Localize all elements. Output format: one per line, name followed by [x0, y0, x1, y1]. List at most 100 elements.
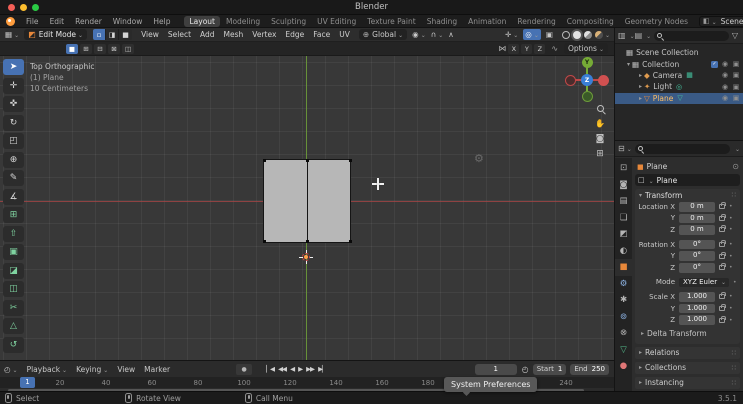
plane-mesh-object[interactable] — [263, 159, 352, 243]
transport-button[interactable]: ▏◀ — [266, 365, 275, 373]
collapsed-panel[interactable]: ▸ Relations ∷ — [635, 346, 740, 359]
animate-dot-icon[interactable]: • — [729, 293, 733, 300]
lock-icon[interactable] — [719, 292, 726, 300]
disclosure-icon[interactable]: ▸ — [637, 72, 644, 79]
animate-dot-icon[interactable]: • — [729, 264, 733, 271]
pivot-point-button[interactable]: ◉ — [412, 30, 426, 39]
transport-button[interactable]: ▶▶ — [306, 365, 315, 373]
transform-value-field[interactable]: 1.000 — [679, 315, 715, 325]
xray-toggle[interactable]: ▣ — [546, 30, 553, 39]
properties-tab[interactable]: ✱ — [615, 292, 632, 309]
tool-button[interactable]: ↻ — [3, 114, 24, 131]
lock-icon[interactable] — [719, 225, 726, 233]
gizmo-y-positive[interactable]: Y — [581, 57, 593, 68]
gizmo-z-axis[interactable]: Z — [581, 74, 593, 86]
properties-tab[interactable]: ⚙ — [615, 276, 632, 293]
disclosure-icon[interactable]: ▾ — [625, 61, 632, 68]
animate-dot-icon[interactable]: • — [729, 203, 733, 210]
timeline-editor-button[interactable]: ◴ — [4, 365, 18, 374]
select-option-button[interactable]: ■ — [66, 43, 78, 54]
properties-tab[interactable]: ❏ — [615, 210, 632, 227]
outliner-filter-icon[interactable]: ▤ — [635, 31, 643, 40]
autokey-clock-icon[interactable]: ◴ — [522, 365, 529, 374]
tool-button[interactable]: ◪ — [3, 262, 24, 279]
material-shading-icon[interactable] — [583, 30, 592, 39]
pin-icon[interactable]: ⊙ — [732, 162, 739, 171]
viewport-menu-item[interactable]: Add — [200, 30, 215, 39]
breadcrumb-object-name[interactable]: Plane — [647, 162, 668, 171]
select-option-button[interactable]: ⊞ — [80, 43, 92, 54]
animate-dot-icon[interactable]: • — [729, 253, 733, 260]
options-dropdown[interactable]: Options — [564, 43, 608, 54]
menubar-item[interactable]: Help — [153, 17, 170, 26]
select-option-button[interactable]: ⊠ — [108, 43, 120, 54]
outliner-item-label[interactable]: Camera — [653, 71, 682, 80]
tool-button[interactable]: ◰ — [3, 133, 24, 149]
workspace-tab[interactable]: Shading — [422, 16, 462, 27]
viewport-menu-item[interactable]: Mesh — [224, 30, 244, 39]
hide-eye-icon[interactable]: ◉ — [721, 94, 729, 102]
animate-dot-icon[interactable]: • — [729, 305, 733, 312]
lock-icon[interactable] — [719, 213, 726, 221]
orientation-dropdown[interactable]: ⊕ Global — [358, 29, 408, 40]
animate-dot-icon[interactable]: • — [729, 226, 733, 233]
animate-dot-icon[interactable]: • — [729, 317, 733, 324]
mirror-axis-button[interactable]: Y — [521, 43, 533, 54]
properties-search-input[interactable] — [634, 143, 730, 154]
lock-icon[interactable] — [719, 315, 726, 323]
editor-type-button[interactable]: ▦ — [5, 30, 19, 39]
transform-value-field[interactable]: 0° — [679, 239, 715, 250]
transform-value-field[interactable]: XYZ Euler — [679, 277, 729, 288]
overlays-toggle[interactable]: ◎ — [523, 29, 541, 40]
snap-button[interactable]: ∩ — [431, 30, 444, 39]
outliner-row[interactable]: ▸ ▽ Plane ▽ ◉ ▣ — [615, 92, 743, 104]
tool-button[interactable]: ↺ — [3, 336, 24, 353]
timeline-menu-item[interactable]: Keying — [76, 365, 108, 374]
gizmos-toggle[interactable]: ✛ — [505, 30, 518, 39]
properties-tab[interactable]: ■ — [615, 259, 632, 276]
viewport-menu-item[interactable]: Vertex — [252, 30, 276, 39]
select-option-button[interactable]: ⊟ — [94, 43, 106, 54]
wireframe-shading-icon[interactable] — [561, 30, 570, 39]
properties-tab[interactable]: ▤ — [615, 193, 632, 210]
vertex[interactable] — [263, 159, 266, 162]
timeline-menu-item[interactable]: Playback — [27, 365, 68, 374]
animate-dot-icon[interactable]: • — [729, 241, 733, 248]
tool-button[interactable]: △ — [3, 318, 24, 334]
transport-button[interactable]: ▶▏ — [318, 365, 327, 373]
transport-button[interactable]: ▶ — [298, 365, 303, 373]
disclosure-icon[interactable]: ▸ — [637, 83, 644, 90]
blender-logo-icon[interactable] — [6, 16, 15, 26]
outliner-item-label[interactable]: Light — [653, 82, 672, 91]
properties-tab[interactable]: ⊡ — [615, 160, 632, 177]
transport-button[interactable]: ◀ — [290, 365, 295, 373]
current-frame-field[interactable]: 1 — [474, 363, 517, 375]
properties-tab[interactable]: ⊚ — [615, 309, 632, 326]
delta-transform-row[interactable]: ▸ Delta Transform — [635, 328, 740, 340]
hide-eye-icon[interactable]: ◉ — [721, 60, 729, 68]
vertex[interactable] — [306, 159, 309, 162]
lock-icon[interactable] — [719, 202, 726, 210]
properties-tab[interactable]: ▽ — [615, 342, 632, 359]
menubar-item[interactable]: Edit — [50, 17, 65, 26]
viewport-menu-item[interactable]: Select — [168, 30, 191, 39]
rendered-shading-icon[interactable] — [594, 30, 603, 39]
vertex[interactable] — [306, 240, 309, 243]
properties-tab[interactable]: ◐ — [615, 243, 632, 260]
disclosure-icon[interactable]: ▸ — [637, 95, 644, 102]
object-name-field[interactable]: □ Plane — [635, 174, 740, 186]
gizmo-x-negative[interactable] — [565, 74, 576, 86]
collapsed-panel[interactable]: ▸ Collections ∷ — [635, 361, 740, 374]
lock-icon[interactable] — [719, 263, 726, 271]
properties-tab[interactable]: ● — [615, 358, 632, 375]
viewport-menu-item[interactable]: UV — [339, 30, 350, 39]
transport-button[interactable]: ◀◀ — [278, 365, 287, 373]
disable-render-camera-icon[interactable]: ▣ — [732, 60, 740, 68]
hide-eye-icon[interactable]: ◉ — [721, 83, 729, 91]
transform-value-field[interactable]: 0° — [679, 251, 715, 261]
workspace-tab[interactable]: Animation — [463, 16, 511, 27]
perspective-toggle-button[interactable]: ⊞ — [592, 146, 608, 161]
workspace-tab[interactable]: UV Editing — [312, 16, 361, 27]
transform-value-field[interactable]: 1.000 — [679, 292, 715, 302]
outliner-item-label[interactable]: Collection — [642, 60, 679, 69]
